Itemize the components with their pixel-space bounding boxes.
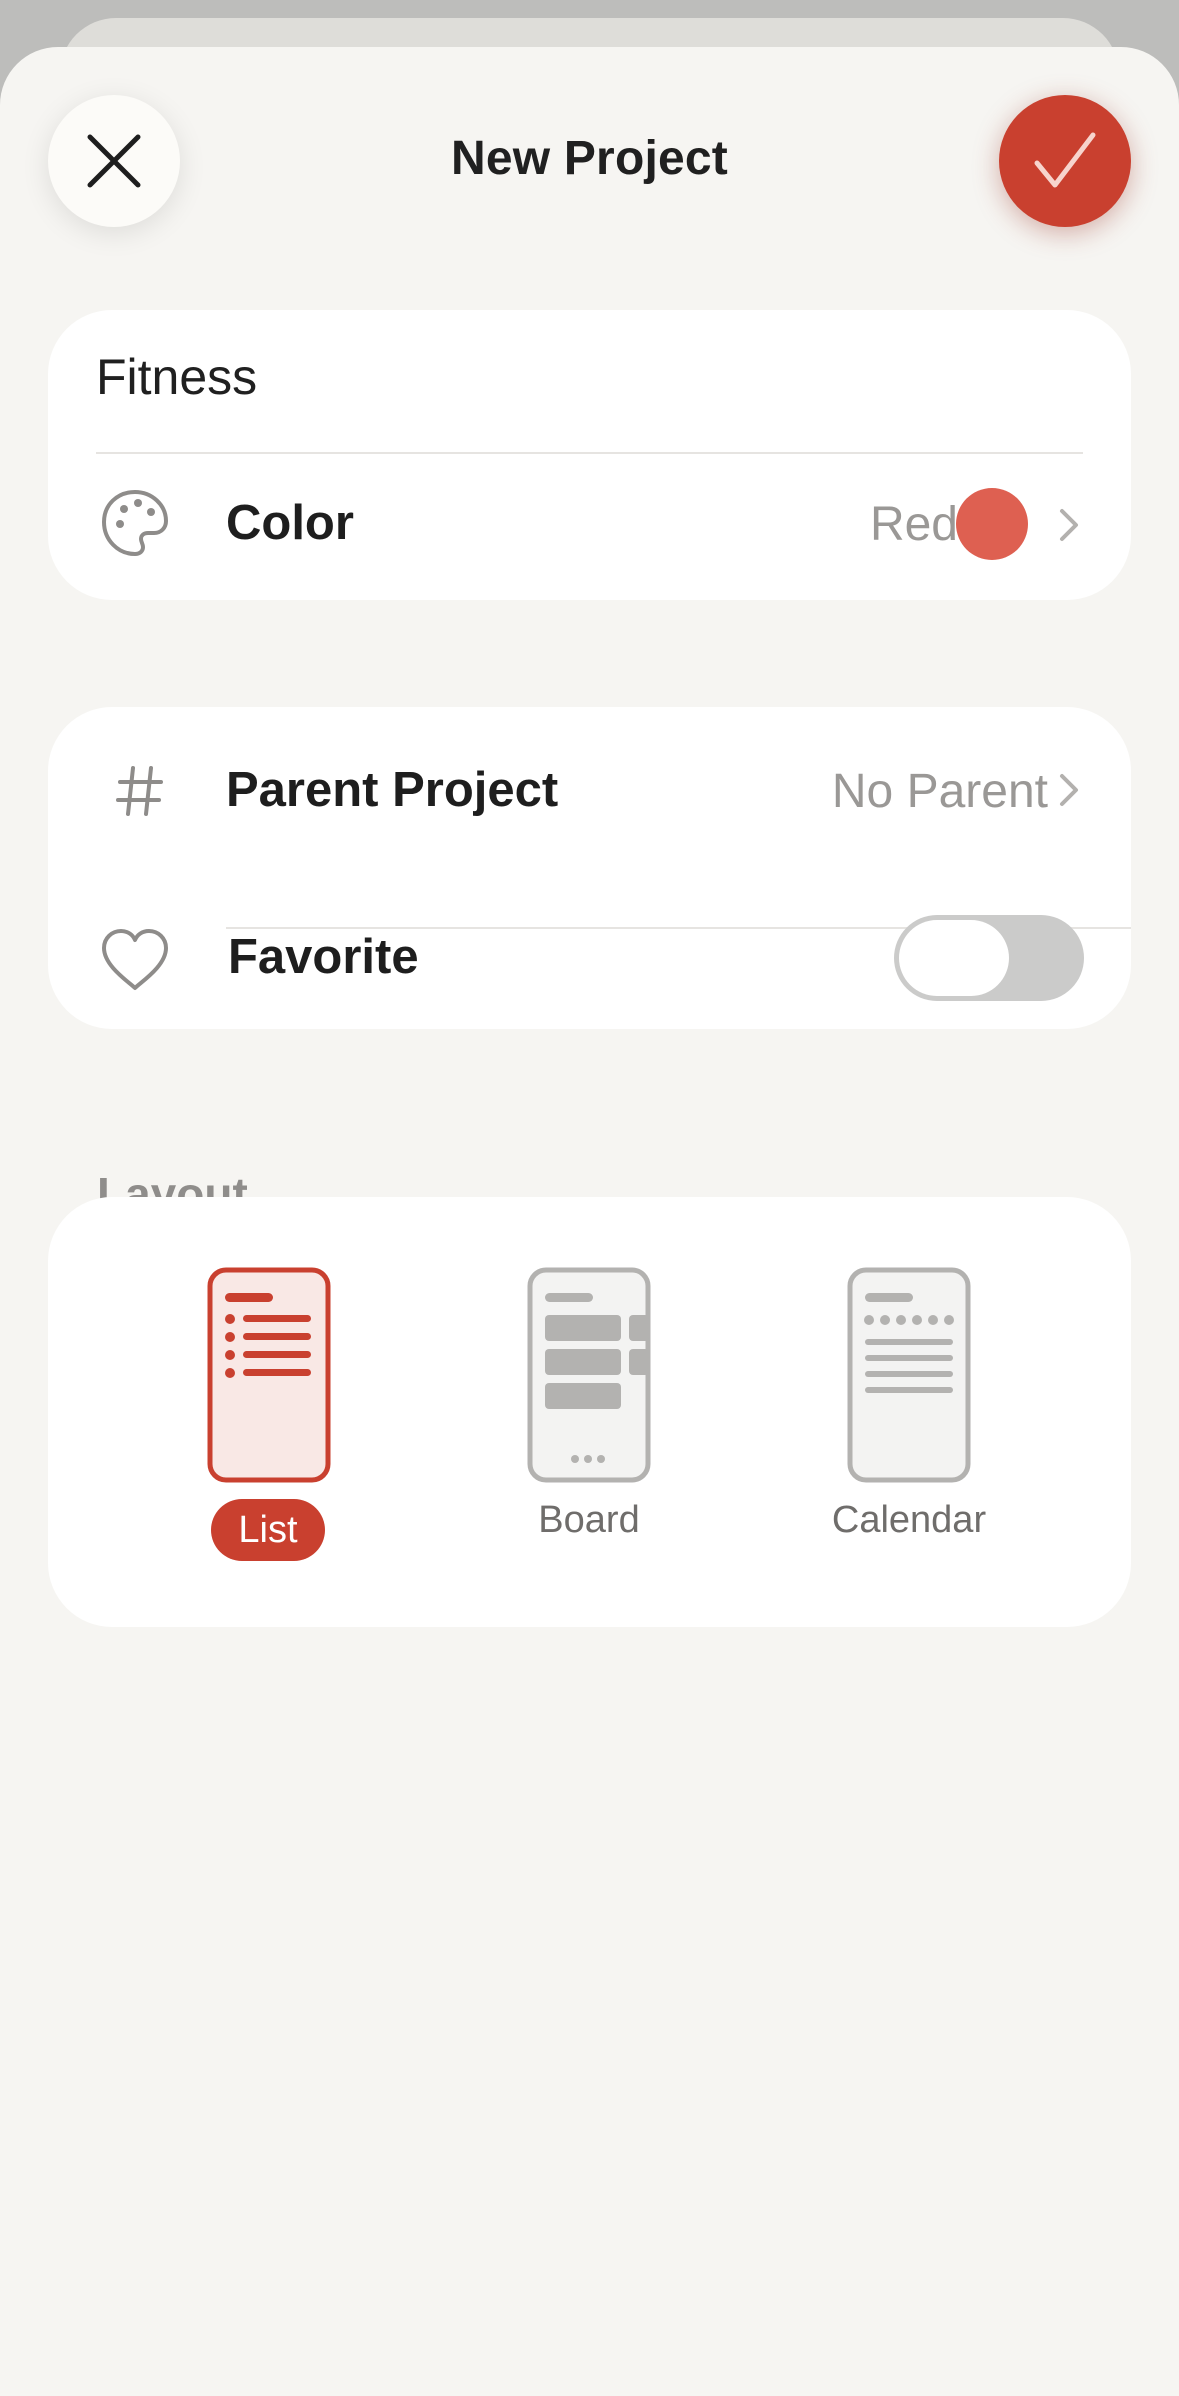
calendar-layout-icon (847, 1267, 971, 1483)
layout-option-list[interactable]: List (149, 1267, 389, 1577)
layout-option-board[interactable]: Board (469, 1267, 709, 1577)
parent-project-row[interactable] (48, 707, 1131, 867)
divider (96, 452, 1083, 454)
confirm-button[interactable] (999, 95, 1131, 227)
layout-card: List Board Calendar (48, 1197, 1131, 1627)
color-row[interactable] (48, 460, 1131, 600)
project-settings-card: Parent Project No Parent Favorite (48, 707, 1131, 1029)
toggle-knob (899, 920, 1009, 996)
layout-option-label: Board (538, 1499, 640, 1541)
heart-icon (100, 925, 170, 995)
new-project-sheet: New Project Fitness Color Red Parent Pro… (0, 47, 1179, 2396)
favorite-label: Favorite (228, 930, 419, 984)
favorite-toggle[interactable] (894, 915, 1084, 1001)
board-layout-icon (527, 1267, 651, 1483)
layout-option-calendar[interactable]: Calendar (789, 1267, 1029, 1577)
project-details-card: Fitness Color Red (48, 310, 1131, 600)
list-layout-icon (207, 1267, 331, 1483)
layout-option-label: List (211, 1499, 325, 1561)
layout-option-label: Calendar (831, 1499, 987, 1541)
check-icon (1034, 132, 1096, 188)
project-name-input[interactable]: Fitness (96, 348, 1076, 406)
